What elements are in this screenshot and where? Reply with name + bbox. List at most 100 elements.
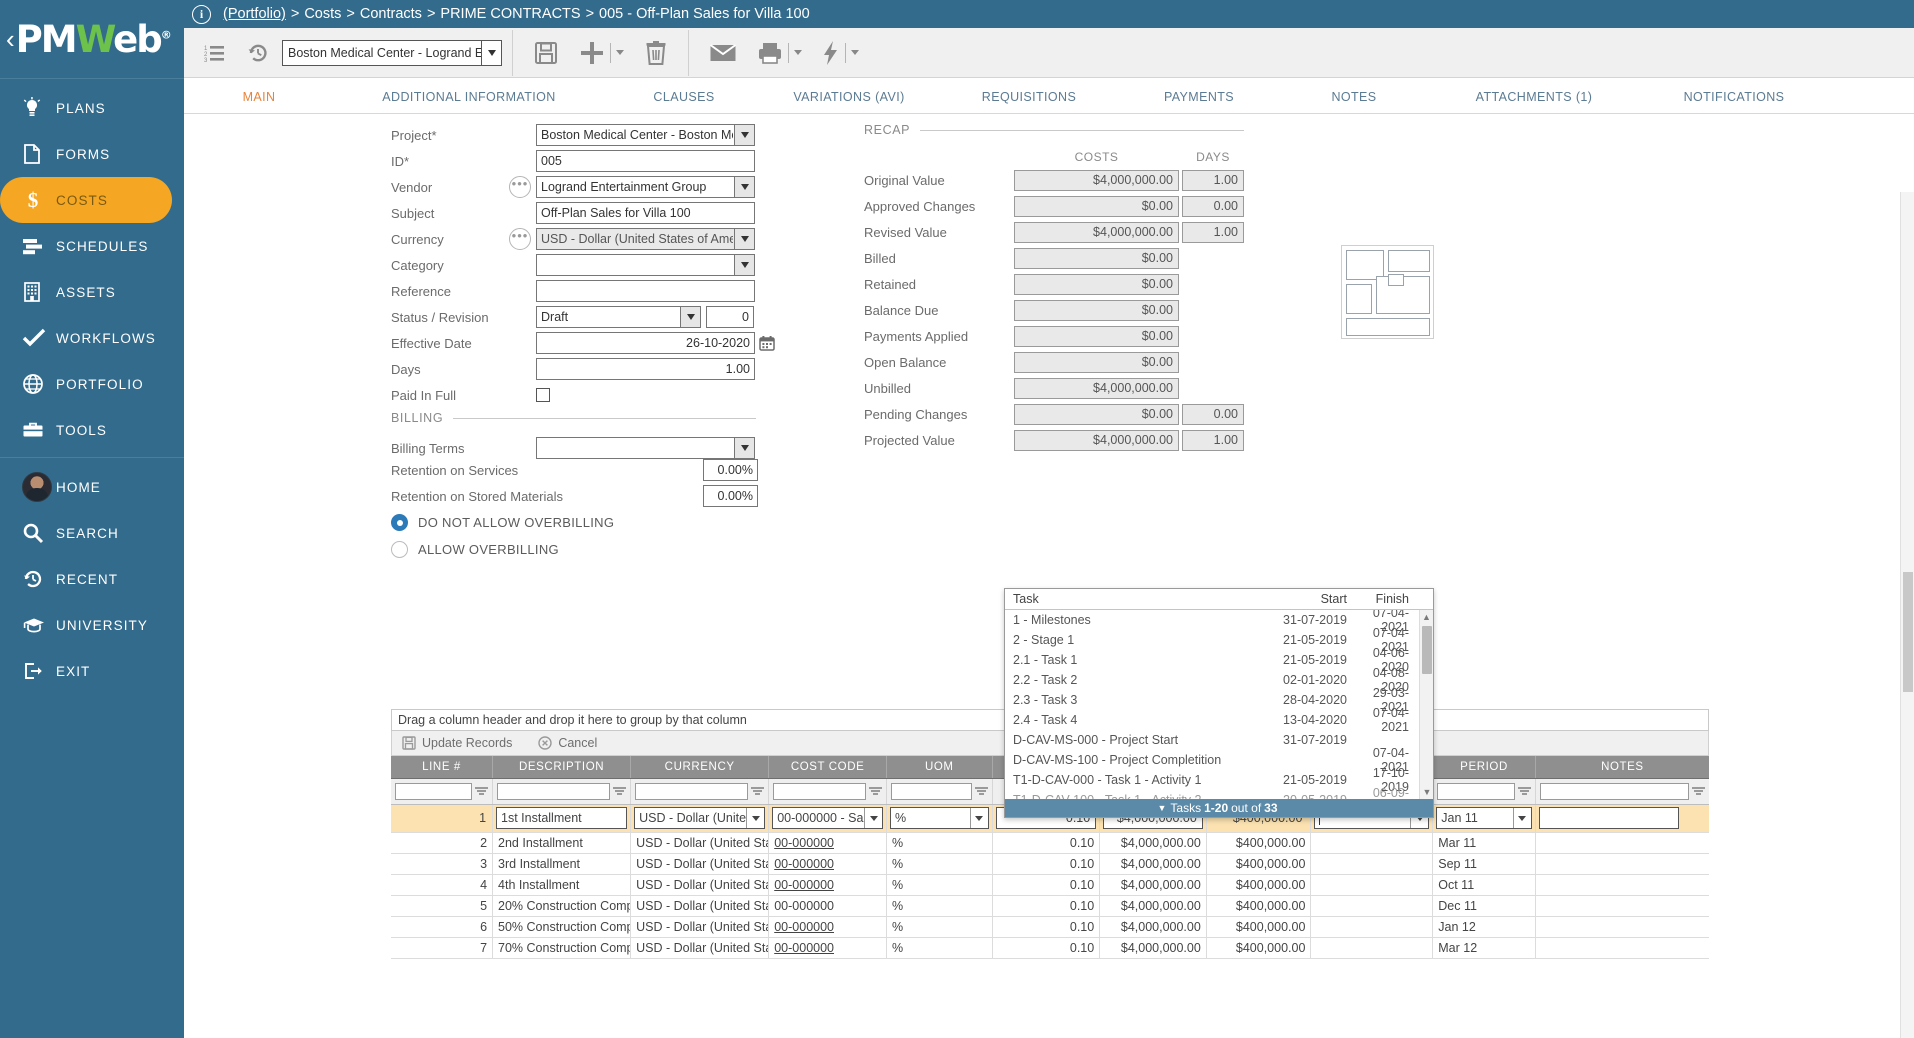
filter-description[interactable] — [493, 778, 631, 804]
currency-picker-icon[interactable]: ••• — [509, 228, 531, 250]
sidebar-collapse-icon[interactable]: ‹ — [6, 26, 15, 52]
cost-code-select[interactable]: 00-000000 - Sales — [772, 807, 883, 829]
sidebar-item-home[interactable]: HOME — [0, 464, 184, 510]
cost-code-link[interactable]: 00-000000 — [774, 941, 834, 955]
print-button[interactable] — [747, 31, 812, 75]
col-line-number[interactable]: LINE # — [391, 756, 493, 778]
revision-input[interactable]: 0 — [706, 306, 754, 328]
radio-do-not-allow-overbilling[interactable]: DO NOT ALLOW OVERBILLING — [391, 514, 614, 531]
chevron-down-icon[interactable] — [734, 437, 755, 459]
sidebar-item-plans[interactable]: PLANS — [0, 85, 184, 131]
calendar-icon[interactable] — [759, 335, 775, 351]
chevron-down-icon[interactable] — [864, 808, 882, 828]
tab-payments[interactable]: PAYMENTS — [1124, 90, 1274, 113]
update-records-button[interactable]: Update Records — [402, 736, 512, 750]
col-notes[interactable]: NOTES — [1535, 756, 1709, 778]
filter-icon[interactable] — [869, 787, 882, 795]
col-currency[interactable]: CURRENCY — [631, 756, 769, 778]
currency-select[interactable]: USD - Dollar (United States of America) — [536, 228, 755, 250]
task-list-item[interactable]: 2.4 - Task 413-04-202007-04-2021 — [1005, 710, 1433, 730]
currency-select[interactable]: USD - Dollar (Unite — [634, 807, 765, 829]
cell-cost-code[interactable]: 00-000000 — [769, 853, 887, 874]
scrollbar-thumb[interactable] — [1903, 572, 1913, 692]
tab-clauses[interactable]: CLAUSES — [604, 90, 764, 113]
cost-code-link[interactable]: 00-000000 — [774, 878, 834, 892]
cell-cost-code[interactable]: 00-000000 - Sales — [769, 804, 887, 832]
radio-allow-overbilling[interactable]: ALLOW OVERBILLING — [391, 541, 559, 558]
filter-icon[interactable] — [751, 787, 764, 795]
sidebar-item-schedules[interactable]: SCHEDULES — [0, 223, 184, 269]
tab-attachments[interactable]: ATTACHMENTS (1) — [1434, 90, 1634, 113]
chevron-down-icon[interactable] — [734, 176, 755, 198]
filter-icon[interactable] — [613, 787, 626, 795]
table-row[interactable]: 4 4th Installment USD - Dollar (United S… — [391, 874, 1709, 895]
effective-date-input[interactable]: 26-10-2020 — [536, 332, 755, 354]
sidebar-item-recent[interactable]: RECENT — [0, 556, 184, 602]
sidebar-item-search[interactable]: SEARCH — [0, 510, 184, 556]
task-dropdown-list[interactable]: 1 - Milestones31-07-201907-04-2021 2 - S… — [1005, 610, 1433, 799]
filter-icon[interactable] — [975, 787, 988, 795]
scroll-up-icon[interactable]: ▲ — [1420, 610, 1433, 624]
task-dropdown[interactable]: Task Start Finish 1 - Milestones31-07-20… — [1004, 588, 1434, 818]
actions-button[interactable] — [812, 31, 869, 75]
filter-line-number[interactable] — [391, 778, 493, 804]
scroll-down-icon[interactable]: ▼ — [1420, 785, 1433, 799]
cell-currency[interactable]: USD - Dollar (Unite — [631, 804, 769, 832]
chevron-down-icon[interactable] — [734, 228, 755, 250]
paid-in-full-checkbox[interactable] — [536, 388, 550, 402]
history-icon[interactable] — [236, 31, 280, 75]
vendor-select[interactable]: Logrand Entertainment Group — [536, 176, 755, 198]
col-description[interactable]: DESCRIPTION — [493, 756, 631, 778]
task-list-item[interactable]: T1-D-CAV-100 - Task 1 - Activity 220-05-… — [1005, 790, 1433, 799]
sidebar-item-assets[interactable]: ASSETS — [0, 269, 184, 315]
filter-icon[interactable] — [1692, 787, 1705, 795]
cell-cost-code[interactable]: 00-000000 — [769, 937, 887, 958]
chevron-down-icon[interactable] — [794, 50, 802, 55]
pmweb-logo[interactable]: ‹ PMWeb® — [0, 0, 184, 78]
chevron-down-icon[interactable] — [481, 41, 501, 65]
cancel-button[interactable]: Cancel — [538, 736, 597, 750]
table-row[interactable]: 7 70% Construction Comp USD - Dollar (Un… — [391, 937, 1709, 958]
breadcrumb-prime-contracts[interactable]: PRIME CONTRACTS — [440, 6, 580, 22]
chevron-down-icon[interactable] — [616, 50, 624, 55]
sidebar-item-forms[interactable]: FORMS — [0, 131, 184, 177]
cell-cost-code[interactable]: 00-000000 — [769, 895, 887, 916]
sidebar-item-portfolio[interactable]: PORTFOLIO — [0, 361, 184, 407]
filter-notes[interactable] — [1535, 778, 1709, 804]
reference-input[interactable] — [536, 280, 755, 302]
chevron-down-icon[interactable] — [970, 808, 988, 828]
filter-cost-code[interactable] — [769, 778, 887, 804]
chevron-down-icon[interactable] — [1513, 808, 1531, 828]
cell-cost-code[interactable]: 00-000000 — [769, 874, 887, 895]
breadcrumb-portfolio[interactable]: (Portfolio) — [223, 6, 286, 22]
breadcrumb-contracts[interactable]: Contracts — [360, 6, 422, 22]
col-period[interactable]: PERIOD — [1433, 756, 1536, 778]
period-select[interactable]: Jan 11 — [1436, 807, 1532, 829]
filter-uom[interactable] — [887, 778, 993, 804]
cell-period[interactable]: Jan 11 — [1433, 804, 1536, 832]
cell-notes[interactable]: ••• — [1535, 804, 1709, 832]
col-cost-code[interactable]: COST CODE — [769, 756, 887, 778]
id-input[interactable]: 005 — [536, 150, 755, 172]
table-row[interactable]: 2 2nd Installment USD - Dollar (United S… — [391, 832, 1709, 853]
tab-requisitions[interactable]: REQUISITIONS — [934, 90, 1124, 113]
task-dropdown-scrollbar[interactable]: ▲ ▼ — [1419, 610, 1433, 799]
email-button[interactable] — [699, 31, 747, 75]
tab-additional-information[interactable]: ADDITIONAL INFORMATION — [334, 90, 604, 113]
cost-code-link[interactable]: 00-000000 — [774, 920, 834, 934]
chevron-down-icon[interactable] — [851, 50, 859, 55]
subject-input[interactable]: Off-Plan Sales for Villa 100 — [536, 202, 755, 224]
sidebar-item-exit[interactable]: EXIT — [0, 648, 184, 694]
retention-services-input[interactable]: 0.00% — [703, 459, 758, 481]
vendor-picker-icon[interactable]: ••• — [509, 176, 531, 198]
cell-cost-code[interactable]: 00-000000 — [769, 832, 887, 853]
cell-uom[interactable]: % — [887, 804, 993, 832]
project-select[interactable]: Boston Medical Center - Boston Med — [536, 124, 755, 146]
record-select[interactable]: Boston Medical Center - Logrand Ent — [282, 40, 502, 66]
table-row[interactable]: 3 3rd Installment USD - Dollar (United S… — [391, 853, 1709, 874]
info-icon[interactable]: i — [192, 5, 211, 24]
description-input[interactable]: 1st Installment — [496, 807, 627, 829]
chevron-down-icon[interactable] — [746, 808, 764, 828]
cost-code-link[interactable]: 00-000000 — [774, 836, 834, 850]
scrollbar-thumb[interactable] — [1422, 626, 1432, 674]
